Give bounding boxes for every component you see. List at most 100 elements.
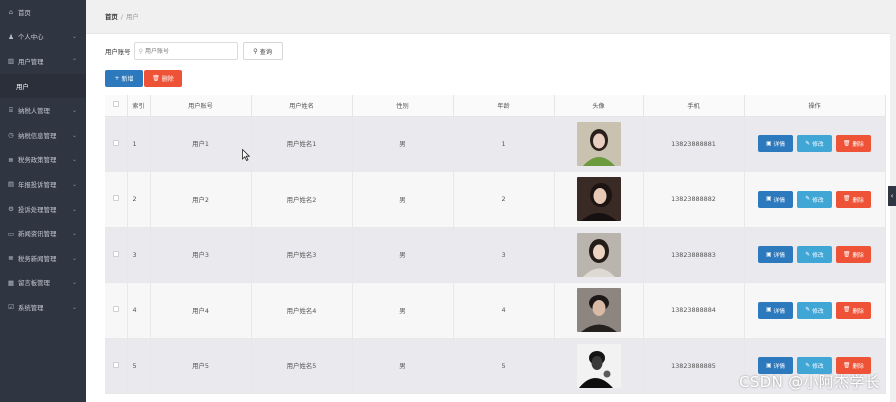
sidebar-item-home[interactable]: ⌂ 首页 <box>0 0 86 25</box>
delete-button-label: 删除 <box>852 364 864 371</box>
header-select-all[interactable] <box>105 95 128 117</box>
query-button[interactable]: ⚲ 查询 <box>242 42 283 60</box>
delete-button[interactable]: 🗑 删除 <box>836 190 871 208</box>
cell-account: 用户5 <box>150 338 252 394</box>
delete-button[interactable]: 🗑 删除 <box>836 301 871 319</box>
cell-index: 4 <box>127 282 151 339</box>
trash-icon: 🗑 <box>843 307 851 314</box>
sidebar-item-system[interactable]: ☑ 系统管理 ⌄ <box>0 295 86 320</box>
search-field[interactable]: ⚲ <box>133 42 238 60</box>
edit-button-label: 修改 <box>812 364 824 371</box>
chevron-down-icon: ⌄ <box>71 279 77 287</box>
sidebar-subitem-user[interactable]: 用户 <box>0 73 86 99</box>
sidebar-item-label: 个人中心 <box>18 33 44 42</box>
cell-avatar <box>554 116 644 172</box>
detail-icon: ▣ <box>765 362 772 369</box>
edit-button-label: 修改 <box>812 197 824 204</box>
cell-avatar <box>554 338 644 394</box>
sidebar-item-complaint-handling[interactable]: ⚙ 投诉处理管理 ⌄ <box>0 197 86 222</box>
detail-button-label: 详情 <box>773 364 786 371</box>
detail-button[interactable]: ▣ 详情 <box>758 135 793 153</box>
chevron-down-icon: ⌄ <box>71 303 77 311</box>
search-input[interactable] <box>144 47 231 55</box>
detail-button-label: 详情 <box>773 253 786 260</box>
sidebar-item-label: 用户 <box>16 82 29 91</box>
sidebar: ⌂ 首页 ♟ 个人中心 ⌄ ▥ 用户管理 ⌃ 用户 ⌸ 纳税人管理 ⌄ ◷ 纳税… <box>0 0 86 402</box>
header-actions: 操作 <box>744 95 886 117</box>
sidebar-item-news-info[interactable]: ▭ 新闻资讯管理 ⌄ <box>0 221 86 246</box>
cell-phone: 13823888882 <box>643 171 745 228</box>
sidebar-item-taxpayer[interactable]: ⌸ 纳税人管理 ⌄ <box>0 98 86 123</box>
search-bar: 用户账号 ⚲ ⚲ 查询 <box>105 42 283 60</box>
sidebar-item-label: 投诉处理管理 <box>18 205 57 214</box>
user-icon: ♟ <box>8 32 14 41</box>
cell-name: 用户姓名1 <box>251 116 353 172</box>
row-checkbox[interactable] <box>112 306 119 313</box>
detail-button[interactable]: ▣ 详情 <box>758 246 793 264</box>
table-row: 3 用户3 用户姓名3 男 3 13823888883 ▣ 详情 ✎ 修改 🗑 删除 <box>105 227 886 283</box>
delete-button[interactable]: 🗑 删除 <box>836 135 871 153</box>
cell-name: 用户姓名5 <box>251 338 353 394</box>
sidebar-item-label: 税务政策管理 <box>18 156 57 165</box>
breadcrumb-home[interactable]: 首页 <box>105 12 118 21</box>
batch-delete-button[interactable]: 🗑 删除 <box>144 70 182 87</box>
detail-icon: ▣ <box>765 307 772 314</box>
row-checkbox[interactable] <box>112 139 119 146</box>
cell-account: 用户2 <box>150 171 252 228</box>
edit-button[interactable]: ✎ 修改 <box>797 301 832 319</box>
header-avatar: 头像 <box>554 95 644 117</box>
add-button-label: 新增 <box>121 76 134 83</box>
add-button[interactable]: + 新增 <box>105 70 143 87</box>
user-table: 索引 用户账号 用户姓名 性别 年龄 头像 手机 操作 1 用户1 用户姓名1 … <box>105 95 886 394</box>
query-button-label: 查询 <box>259 48 273 56</box>
mouse-cursor-icon <box>242 149 250 161</box>
cell-age: 4 <box>453 282 555 339</box>
sidebar-item-user-management[interactable]: ▥ 用户管理 ⌃ <box>0 49 86 74</box>
sidebar-item-message-board[interactable]: ▦ 留言板管理 ⌄ <box>0 271 86 296</box>
trash-icon: 🗑 <box>843 362 851 369</box>
detail-icon: ▣ <box>765 140 772 147</box>
process-icon: ⚙ <box>8 205 14 214</box>
cell-age: 3 <box>453 227 555 283</box>
detail-button[interactable]: ▣ 详情 <box>758 301 793 319</box>
sidebar-item-label: 系统管理 <box>18 303 44 312</box>
chevron-down-icon: ⌄ <box>71 107 77 115</box>
sidebar-item-label: 纳税信息管理 <box>18 131 57 140</box>
breadcrumb-separator: / <box>120 12 123 21</box>
collapse-toggle[interactable]: ‹ <box>888 186 896 206</box>
cell-name: 用户姓名2 <box>251 171 353 228</box>
news-icon: ≣ <box>8 254 14 263</box>
detail-button-label: 详情 <box>773 142 786 149</box>
cell-index: 3 <box>127 227 151 283</box>
detail-button[interactable]: ▣ 详情 <box>758 190 793 208</box>
cell-index: 1 <box>127 116 151 172</box>
edit-button[interactable]: ✎ 修改 <box>797 135 832 153</box>
sidebar-item-tax-info[interactable]: ◷ 纳税信息管理 ⌄ <box>0 123 86 148</box>
delete-button[interactable]: 🗑 删除 <box>836 246 871 264</box>
row-checkbox[interactable] <box>112 195 119 202</box>
delete-button-label: 删除 <box>161 76 174 83</box>
cell-actions: ▣ 详情 ✎ 修改 🗑 删除 <box>744 116 886 172</box>
sidebar-item-tax-news[interactable]: ≣ 税务新闻管理 ⌄ <box>0 246 86 271</box>
edit-button[interactable]: ✎ 修改 <box>797 190 832 208</box>
sidebar-item-personal[interactable]: ♟ 个人中心 ⌄ <box>0 25 86 50</box>
sidebar-item-annual-complaint[interactable]: ▤ 年报投诉管理 ⌄ <box>0 172 86 197</box>
chevron-down-icon: ⌄ <box>71 180 77 188</box>
cell-avatar <box>554 227 644 283</box>
select-all-checkbox[interactable] <box>112 101 119 108</box>
report-icon: ▤ <box>7 180 15 189</box>
table-row: 2 用户2 用户姓名2 男 2 13823888882 ▣ 详情 ✎ 修改 🗑 删除 <box>105 171 886 228</box>
cell-actions: ▣ 详情 ✎ 修改 🗑 删除 <box>744 171 886 228</box>
table-row: 4 用户4 用户姓名4 男 4 13823888884 ▣ 详情 ✎ 修改 🗑 删除 <box>105 282 886 339</box>
system-icon: ☑ <box>8 303 14 312</box>
sidebar-item-tax-policy[interactable]: ≣ 税务政策管理 ⌄ <box>0 148 86 173</box>
board-icon: ▦ <box>7 278 15 287</box>
sidebar-item-label: 纳税人管理 <box>18 107 50 116</box>
row-checkbox[interactable] <box>112 250 119 257</box>
avatar <box>576 288 621 333</box>
cell-age: 5 <box>453 338 555 394</box>
chevron-down-icon: ⌄ <box>71 131 77 139</box>
action-bar: + 新增 🗑 删除 <box>105 70 182 87</box>
row-checkbox[interactable] <box>112 361 119 368</box>
edit-button[interactable]: ✎ 修改 <box>797 246 832 264</box>
